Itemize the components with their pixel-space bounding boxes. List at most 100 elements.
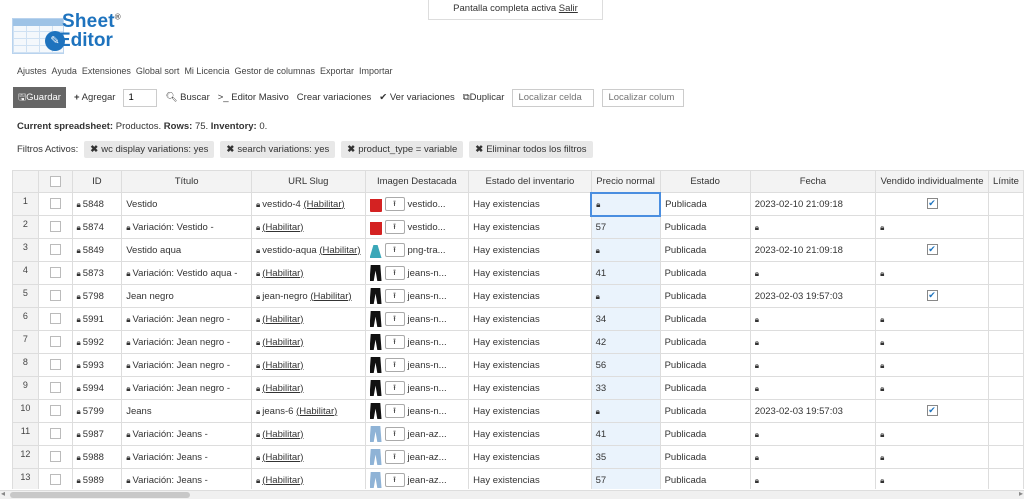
column-header[interactable]: Imagen Destacada: [364, 170, 470, 193]
status-cell[interactable]: Publicada: [659, 399, 751, 423]
limit-cell[interactable]: [988, 261, 1024, 285]
regular-price-cell[interactable]: 🔒︎: [590, 284, 661, 308]
title-cell[interactable]: 🔒︎ Variación: Jean negro -: [121, 376, 253, 400]
sold-individually-cell[interactable]: 🔒︎: [875, 376, 990, 400]
product-thumbnail[interactable]: [369, 426, 382, 442]
row-select-cell[interactable]: [37, 468, 73, 489]
stock-status-cell[interactable]: Hay existencias: [468, 399, 592, 423]
enable-slug-link[interactable]: (Habilitar): [310, 291, 351, 302]
column-header[interactable]: ID: [71, 170, 123, 193]
row-checkbox[interactable]: [49, 359, 61, 371]
date-cell[interactable]: 🔒︎: [749, 422, 877, 446]
column-header[interactable]: URL Slug: [251, 170, 366, 193]
stock-status-cell[interactable]: Hay existencias: [468, 284, 592, 308]
product-thumbnail[interactable]: [369, 403, 382, 419]
image-cell[interactable]: ⭱ vestido...: [364, 192, 470, 216]
date-cell[interactable]: 2023-02-03 19:57:03: [749, 284, 877, 308]
upload-icon[interactable]: ⭱: [384, 266, 405, 280]
remove-icon[interactable]: ✖: [226, 144, 234, 155]
limit-cell[interactable]: [988, 422, 1024, 446]
limit-cell[interactable]: [988, 399, 1024, 423]
title-cell[interactable]: 🔒︎ Variación: Vestido -: [121, 215, 253, 239]
image-cell[interactable]: ⭱ jean-az...: [364, 445, 470, 469]
product-thumbnail[interactable]: [369, 219, 382, 235]
url-slug-cell[interactable]: 🔒︎ (Habilitar): [251, 261, 366, 285]
row-number[interactable]: 7: [12, 330, 39, 354]
upload-icon[interactable]: ⭱: [384, 404, 405, 418]
stock-status-cell[interactable]: Hay existencias: [468, 307, 592, 331]
image-cell[interactable]: ⭱ vestido...: [364, 215, 470, 239]
stock-status-cell[interactable]: Hay existencias: [468, 422, 592, 446]
row-number[interactable]: 9: [12, 376, 39, 400]
row-select-cell[interactable]: [37, 238, 73, 262]
enable-slug-link[interactable]: (Habilitar): [262, 268, 303, 279]
column-header[interactable]: Estado del inventario: [468, 170, 592, 193]
limit-cell[interactable]: [988, 307, 1024, 331]
upload-icon[interactable]: ⭱: [384, 450, 405, 464]
status-cell[interactable]: Publicada: [659, 376, 751, 400]
scroll-left-icon[interactable]: ◂: [1, 489, 5, 498]
row-select-cell[interactable]: [37, 330, 73, 354]
row-number[interactable]: 5: [12, 284, 39, 308]
upload-icon[interactable]: ⭱: [384, 289, 405, 303]
row-select-cell[interactable]: [37, 376, 73, 400]
title-cell[interactable]: 🔒︎ Variación: Jeans -: [121, 422, 253, 446]
remove-icon[interactable]: ✖: [347, 144, 355, 155]
upload-icon[interactable]: ⭱: [384, 358, 405, 372]
image-cell[interactable]: ⭱ jeans-n...: [364, 330, 470, 354]
image-cell[interactable]: ⭱ jeans-n...: [364, 353, 470, 377]
url-slug-cell[interactable]: 🔒︎ vestido-aqua (Habilitar): [251, 238, 366, 262]
product-thumbnail[interactable]: [369, 380, 382, 396]
stock-status-cell[interactable]: Hay existencias: [468, 238, 592, 262]
column-header[interactable]: Estado: [659, 170, 751, 193]
date-cell[interactable]: 🔒︎: [749, 261, 877, 285]
row-number[interactable]: 6: [12, 307, 39, 331]
date-cell[interactable]: 🔒︎: [749, 376, 877, 400]
product-thumbnail[interactable]: [369, 196, 382, 212]
enable-slug-link[interactable]: (Habilitar): [262, 475, 303, 486]
regular-price-cell[interactable]: 🔒︎: [590, 399, 661, 423]
url-slug-cell[interactable]: 🔒︎ jeans-6 (Habilitar): [251, 399, 366, 423]
filter-chip-search-variations[interactable]: ✖ search variations: yes: [220, 141, 336, 158]
select-all-checkbox[interactable]: [49, 175, 61, 187]
scroll-right-icon[interactable]: ▸: [1019, 489, 1023, 498]
sold-individually-cell[interactable]: 🔒︎: [875, 307, 990, 331]
status-cell[interactable]: Publicada: [659, 284, 751, 308]
locate-column-input[interactable]: [602, 88, 685, 107]
limit-cell[interactable]: [988, 192, 1024, 216]
sold-individually-checkbox[interactable]: ✔: [926, 290, 938, 302]
stock-status-cell[interactable]: Hay existencias: [468, 192, 592, 216]
enable-slug-link[interactable]: (Habilitar): [319, 245, 360, 256]
date-cell[interactable]: 2023-02-10 21:09:18: [749, 192, 877, 216]
title-cell[interactable]: 🔒︎ Variación: Vestido aqua -: [121, 261, 253, 285]
sold-individually-cell[interactable]: 🔒︎: [875, 261, 990, 285]
title-cell[interactable]: 🔒︎ Variación: Jean negro -: [121, 353, 253, 377]
row-number[interactable]: 3: [12, 238, 39, 262]
url-slug-cell[interactable]: 🔒︎ vestido-4 (Habilitar): [251, 192, 366, 216]
regular-price-cell[interactable]: 41: [590, 261, 661, 285]
title-cell[interactable]: 🔒︎ Variación: Jean negro -: [121, 307, 253, 331]
sold-individually-cell[interactable]: ✔: [875, 399, 990, 423]
title-cell[interactable]: Vestido: [121, 192, 253, 216]
enable-slug-link[interactable]: (Habilitar): [262, 222, 303, 233]
enable-slug-link[interactable]: (Habilitar): [296, 406, 337, 417]
upload-icon[interactable]: ⭱: [384, 197, 405, 211]
sold-individually-checkbox[interactable]: ✔: [926, 198, 938, 210]
duplicate-button[interactable]: ⧉Duplicar: [463, 92, 505, 103]
row-select-cell[interactable]: [37, 445, 73, 469]
row-select-cell[interactable]: [37, 192, 73, 216]
row-select-cell[interactable]: [37, 307, 73, 331]
row-checkbox[interactable]: [49, 382, 61, 394]
row-number[interactable]: 11: [12, 422, 39, 446]
regular-price-cell[interactable]: 57: [590, 215, 661, 239]
product-thumbnail[interactable]: [369, 449, 382, 465]
remove-all-filters-button[interactable]: ✖ Eliminar todos los filtros: [469, 141, 593, 158]
menu-item-importar[interactable]: Importar: [359, 66, 393, 76]
date-cell[interactable]: 🔒︎: [749, 307, 877, 331]
row-select-cell[interactable]: [37, 261, 73, 285]
regular-price-cell[interactable]: 33: [590, 376, 661, 400]
column-header[interactable]: Fecha: [749, 170, 877, 193]
sold-individually-cell[interactable]: 🔒︎: [875, 353, 990, 377]
column-header[interactable]: Vendido individualmente: [875, 170, 990, 193]
row-checkbox[interactable]: [49, 336, 61, 348]
